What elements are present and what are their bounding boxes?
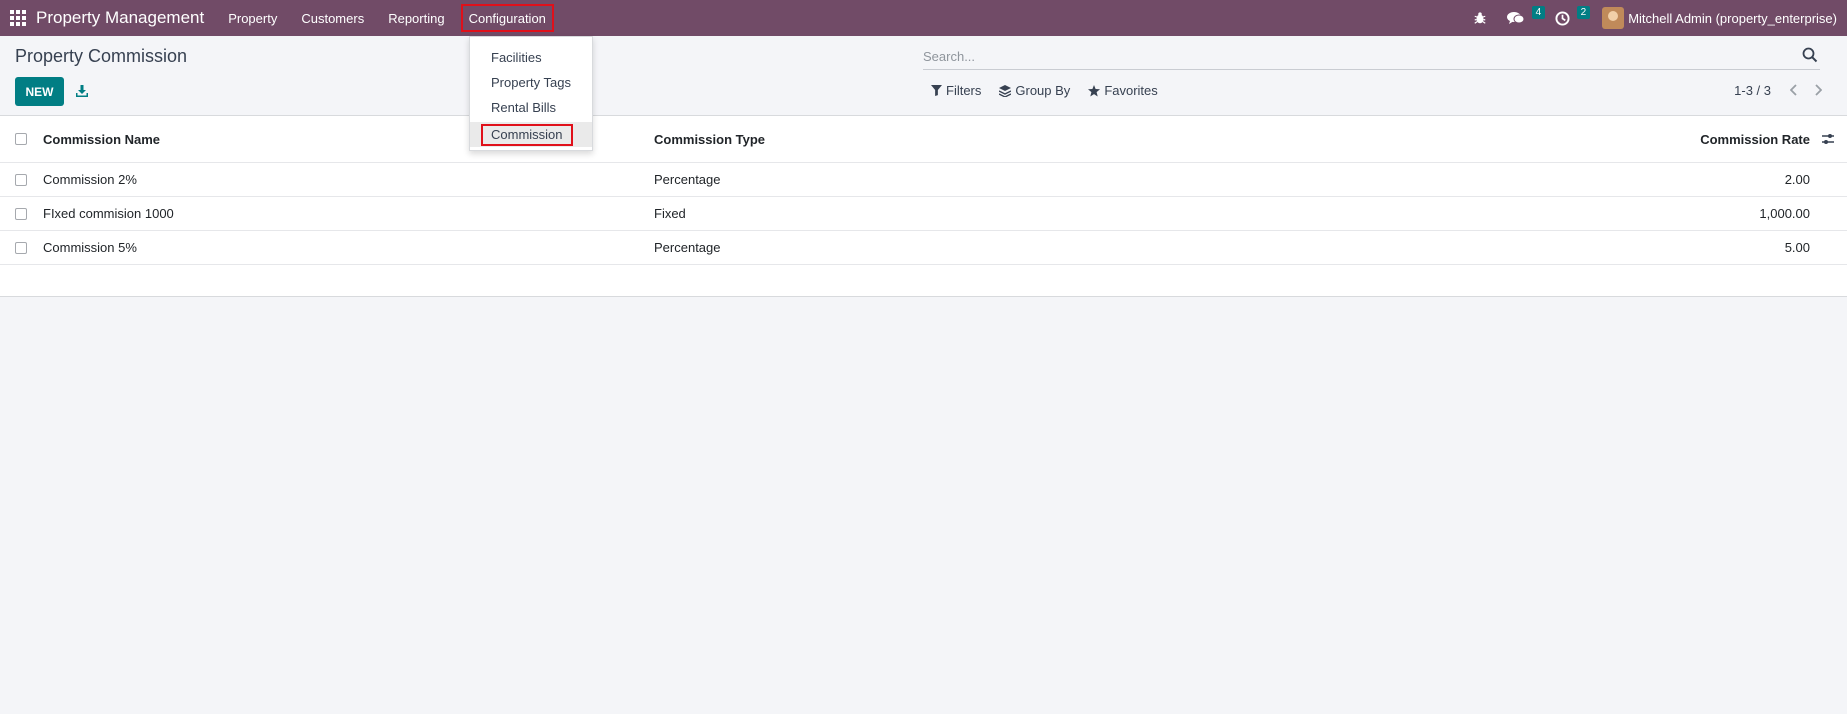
search-icon[interactable] — [1802, 47, 1818, 63]
menu-item-commission-label: Commission — [491, 127, 563, 142]
avatar — [1602, 7, 1625, 29]
commission-name: FIxed commision 1000 — [43, 206, 174, 221]
chevron-left-icon[interactable] — [1787, 82, 1801, 98]
app-brand[interactable]: Property Management — [36, 8, 204, 28]
column-header-rate[interactable]: Commission Rate — [1700, 132, 1810, 147]
menu-reporting[interactable]: Reporting — [376, 0, 456, 36]
top-navbar: Property Management Property Customers R… — [0, 0, 1847, 36]
filters-label: Filters — [946, 83, 982, 98]
star-icon — [1088, 84, 1101, 96]
activities-icon[interactable]: 2 — [1545, 0, 1591, 36]
commission-name: Commission 5% — [43, 240, 137, 255]
group-by-button[interactable]: Group By — [999, 83, 1070, 98]
menu-item-property-tags[interactable]: Property Tags — [470, 70, 592, 95]
row-checkbox[interactable] — [15, 207, 27, 220]
menu-property[interactable]: Property — [216, 0, 289, 36]
menu-item-facilities[interactable]: Facilities — [470, 45, 592, 70]
table-header: Commission Name Commission Type Commissi… — [0, 116, 1847, 163]
commission-type: Percentage — [654, 172, 721, 187]
new-button[interactable]: NEW — [15, 77, 64, 106]
commission-rate: 1,000.00 — [1759, 206, 1810, 221]
download-icon[interactable] — [72, 80, 92, 102]
menu-customers[interactable]: Customers — [289, 0, 376, 36]
commission-list: Commission Name Commission Type Commissi… — [0, 115, 1847, 297]
messages-badge: 4 — [1531, 6, 1546, 19]
group-by-label: Group By — [1015, 83, 1071, 98]
search-bar — [923, 44, 1820, 70]
commission-type: Fixed — [654, 206, 686, 221]
row-checkbox[interactable] — [15, 173, 27, 186]
user-name: Mitchell Admin (property_enterprise) — [1628, 10, 1837, 26]
debug-icon[interactable] — [1463, 0, 1497, 36]
commission-name: Commission 2% — [43, 172, 137, 187]
menu-item-commission[interactable]: Commission — [470, 122, 592, 147]
favorites-label: Favorites — [1104, 83, 1158, 98]
commission-rate: 2.00 — [1784, 172, 1810, 187]
configuration-dropdown: Facilities Property Tags Rental Bills Co… — [469, 36, 593, 151]
page-title: Property Commission — [15, 46, 188, 66]
row-checkbox[interactable] — [15, 241, 27, 254]
table-row[interactable]: Commission 2% Percentage 2.00 — [0, 163, 1847, 197]
column-header-type[interactable]: Commission Type — [654, 132, 765, 147]
messages-icon[interactable]: 4 — [1497, 0, 1546, 36]
commission-rate: 5.00 — [1784, 240, 1810, 255]
user-menu[interactable]: Mitchell Admin (property_enterprise) — [1590, 0, 1847, 36]
search-input[interactable] — [923, 44, 1783, 68]
select-all-checkbox[interactable] — [15, 133, 27, 145]
column-header-name[interactable]: Commission Name — [43, 132, 160, 147]
optional-columns-icon[interactable] — [1821, 132, 1835, 146]
layers-icon — [999, 84, 1012, 97]
table-row[interactable]: Commission 5% Percentage 5.00 — [0, 231, 1847, 265]
chevron-right-icon[interactable] — [1811, 82, 1825, 98]
menu-item-rental-bills[interactable]: Rental Bills — [470, 95, 592, 120]
menu-configuration-label: Configuration — [468, 10, 546, 26]
filter-icon — [931, 85, 942, 96]
pager-value[interactable]: 1-3 / 3 — [1734, 83, 1771, 98]
table-row[interactable]: FIxed commision 1000 Fixed 1,000.00 — [0, 197, 1847, 231]
filters-button[interactable]: Filters — [931, 83, 981, 98]
apps-menu-icon[interactable] — [0, 0, 36, 36]
favorites-button[interactable]: Favorites — [1088, 83, 1158, 98]
pager: 1-3 / 3 — [1734, 82, 1825, 98]
menu-configuration[interactable]: Configuration — [457, 0, 558, 36]
commission-type: Percentage — [654, 240, 721, 255]
activities-badge: 2 — [1576, 6, 1591, 19]
